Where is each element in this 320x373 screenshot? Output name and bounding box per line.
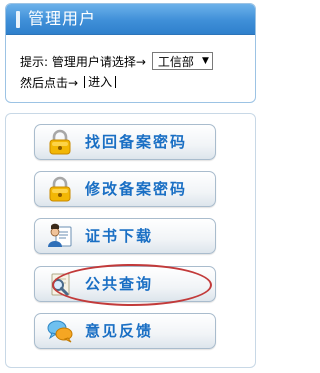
panel-header: 管理用户 (6, 4, 255, 35)
recover-password-label: 找回备案密码 (85, 133, 188, 151)
change-password-button[interactable]: 修改备案密码 (34, 171, 216, 207)
department-selected-value: 工信部 (157, 54, 194, 69)
lock-icon (49, 176, 71, 202)
feedback-chat-icon (47, 320, 73, 343)
certificate-download-button[interactable]: 证书下载 (34, 218, 216, 254)
recover-password-button[interactable]: 找回备案密码 (34, 124, 216, 160)
lock-icon (49, 129, 71, 155)
enter-row: 然后点击→ 进入 (20, 73, 117, 91)
panel-title: 管理用户 (28, 9, 97, 28)
certificate-download-icon (48, 223, 72, 247)
certificate-download-label: 证书下载 (85, 227, 154, 245)
then-click-label: 然后点击→ (20, 75, 79, 90)
hint-label: 提示: 管理用户请选择→ (20, 54, 146, 69)
public-query-button[interactable]: 公共查询 (34, 266, 216, 302)
feedback-button[interactable]: 意见反馈 (34, 313, 216, 349)
feedback-label: 意见反馈 (85, 322, 154, 340)
department-select[interactable]: 工信部 ▼ (151, 52, 213, 70)
header-marker (16, 11, 20, 28)
enter-link[interactable]: 进入 (84, 76, 117, 88)
change-password-label: 修改备案密码 (85, 180, 188, 198)
magnifier-icon (51, 273, 70, 296)
hint-row: 提示: 管理用户请选择→ 工信部 ▼ (20, 51, 213, 71)
public-query-label: 公共查询 (85, 275, 154, 293)
dropdown-caret-icon: ▼ (201, 56, 209, 66)
